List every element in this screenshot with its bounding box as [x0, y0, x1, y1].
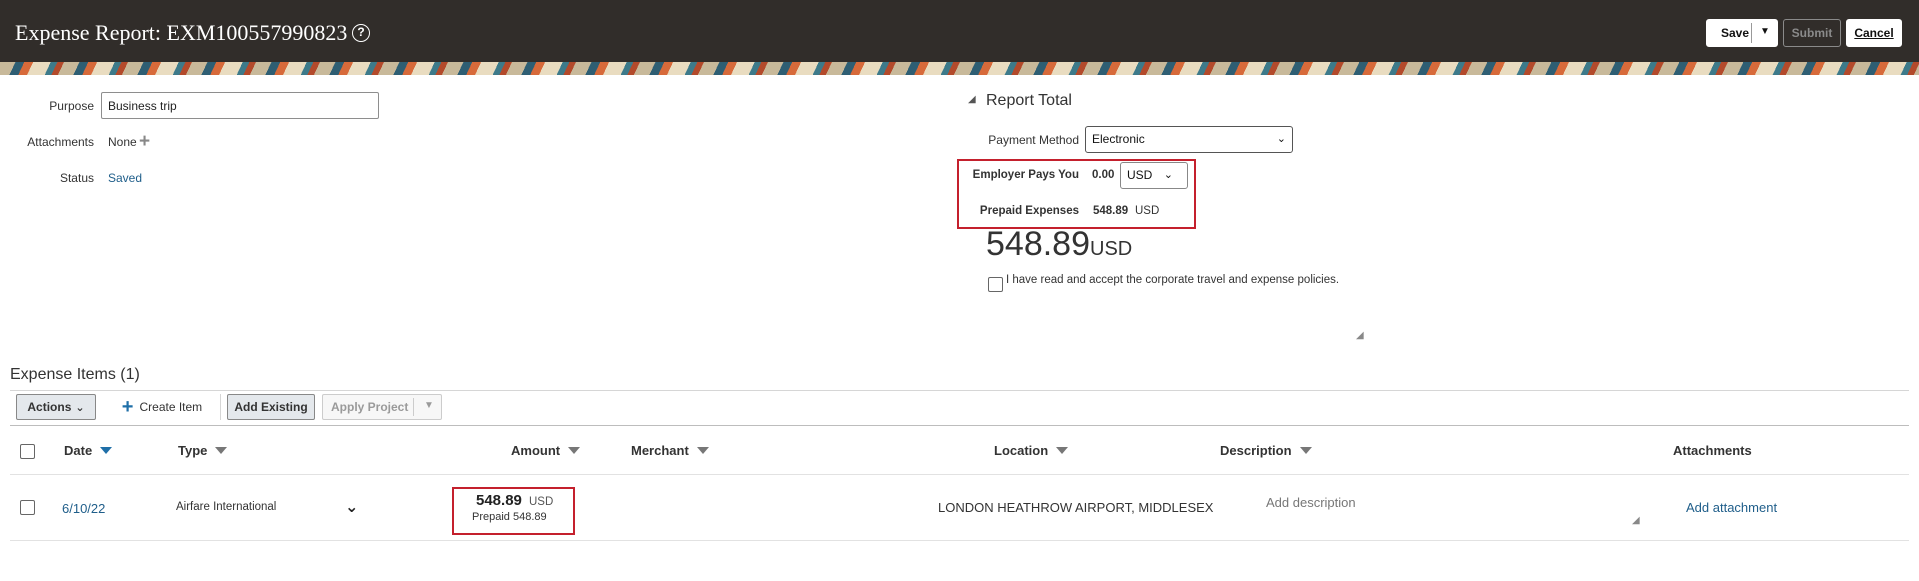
create-item-label: Create Item — [139, 400, 203, 414]
table-row-divider — [10, 540, 1909, 541]
chevron-down-icon: ⌄ — [1276, 133, 1286, 145]
column-description-label: Description — [1220, 443, 1292, 458]
row-currency: USD — [529, 496, 554, 508]
toolbar-divider — [220, 394, 221, 420]
employer-pays-currency-select[interactable]: USD ⌄ — [1120, 162, 1188, 189]
page-header: Expense Report: EXM100557990823 ? Save ▼… — [0, 0, 1919, 62]
expense-items-title: Expense Items (1) — [10, 366, 140, 383]
row-amount: 548.89 — [476, 492, 522, 509]
row-type-expand-chevron-icon[interactable]: ⌄ — [345, 497, 358, 517]
prepaid-expenses-currency: USD — [1135, 205, 1160, 217]
chevron-down-icon: ⌄ — [75, 401, 85, 414]
row-checkbox[interactable] — [20, 500, 35, 515]
attachments-label: Attachments — [27, 135, 94, 149]
row-location: LONDON HEATHROW AIRPORT, MIDDLESEX — [938, 500, 1214, 515]
column-header-description[interactable]: Description — [1220, 443, 1312, 458]
sort-icon[interactable] — [568, 447, 581, 454]
resize-handle-icon[interactable]: ◢ — [1356, 330, 1364, 341]
save-button[interactable]: Save ▼ — [1706, 19, 1778, 47]
column-header-amount[interactable]: Amount — [511, 443, 581, 458]
section-divider — [10, 390, 1909, 391]
row-date-link[interactable]: 6/10/22 — [62, 501, 105, 516]
column-amount-label: Amount — [511, 443, 561, 458]
column-header-type[interactable]: Type — [178, 443, 228, 458]
purpose-label: Purpose — [49, 99, 94, 113]
attachments-value: None — [108, 135, 137, 149]
apply-project-button[interactable]: Apply Project ▼ — [322, 394, 442, 420]
sort-icon[interactable] — [1056, 447, 1069, 454]
apply-project-label: Apply Project — [331, 400, 409, 414]
table-header-divider — [10, 474, 1909, 475]
employer-pays-currency: USD — [1127, 168, 1153, 182]
save-button-divider — [1751, 23, 1752, 43]
column-merchant-label: Merchant — [631, 443, 689, 458]
prepaid-expenses-label: Prepaid Expenses — [979, 205, 1079, 217]
status-value: Saved — [108, 171, 143, 185]
column-header-location[interactable]: Location — [994, 443, 1069, 458]
sort-desc-icon[interactable] — [100, 447, 113, 454]
row-type: Airfare International — [176, 501, 277, 513]
payment-method-select[interactable]: Electronic ⌄ — [1085, 126, 1293, 153]
policy-checkbox[interactable] — [988, 277, 1003, 292]
column-date-label: Date — [64, 443, 93, 458]
payment-method-value: Electronic — [1092, 132, 1145, 146]
create-item-button[interactable]: + Create Item — [112, 394, 212, 420]
purpose-input[interactable]: Business trip — [101, 92, 379, 119]
cancel-button[interactable]: Cancel — [1846, 19, 1902, 47]
decorative-banner — [0, 62, 1919, 75]
sort-icon[interactable] — [696, 447, 709, 454]
sort-icon[interactable] — [1299, 447, 1312, 454]
page-title: Expense Report: EXM100557990823 — [15, 20, 348, 45]
employer-pays-label: Employer Pays You — [972, 169, 1079, 181]
report-total-amount: 548.89 — [986, 225, 1090, 263]
sort-icon[interactable] — [215, 447, 228, 454]
status-label: Status — [59, 171, 94, 185]
add-attachment-link[interactable]: Add attachment — [1686, 500, 1777, 515]
save-button-label: Save — [1720, 26, 1750, 40]
column-location-label: Location — [994, 443, 1049, 458]
collapse-triangle-icon[interactable]: ◢ — [968, 94, 976, 105]
actions-menu-button[interactable]: Actions ⌄ — [16, 394, 96, 420]
apply-project-caret-icon[interactable]: ▼ — [424, 400, 434, 411]
column-header-attachments: Attachments — [1673, 443, 1752, 458]
row-prepaid: Prepaid 548.89 — [472, 511, 547, 523]
report-total-title[interactable]: Report Total — [986, 92, 1072, 110]
employer-pays-amount: 0.00 — [1092, 169, 1115, 181]
toolbar-bottom-divider — [10, 425, 1909, 426]
add-attachment-plus-icon[interactable]: + — [139, 131, 150, 153]
save-menu-caret-icon[interactable]: ▼ — [1760, 26, 1770, 37]
help-icon[interactable]: ? — [352, 24, 370, 42]
column-header-merchant[interactable]: Merchant — [631, 443, 709, 458]
chevron-down-icon: ⌄ — [1163, 169, 1173, 181]
submit-button[interactable]: Submit — [1783, 19, 1841, 47]
row-description-input[interactable]: Add description — [1266, 495, 1356, 510]
prepaid-expenses-amount: 548.89 — [1093, 205, 1129, 217]
column-type-label: Type — [178, 443, 208, 458]
report-total-currency: USD — [1090, 238, 1133, 260]
payment-method-label: Payment Method — [988, 133, 1079, 147]
resize-handle-icon[interactable]: ◢ — [1632, 515, 1640, 526]
actions-label: Actions — [27, 400, 72, 414]
column-header-date[interactable]: Date — [64, 443, 113, 458]
policy-text: I have read and accept the corporate tra… — [1006, 274, 1340, 286]
select-all-checkbox[interactable] — [20, 444, 35, 459]
add-existing-button[interactable]: Add Existing — [227, 394, 315, 420]
plus-icon: + — [121, 395, 134, 418]
apply-project-divider — [413, 398, 414, 416]
column-attachments-label: Attachments — [1673, 443, 1752, 458]
